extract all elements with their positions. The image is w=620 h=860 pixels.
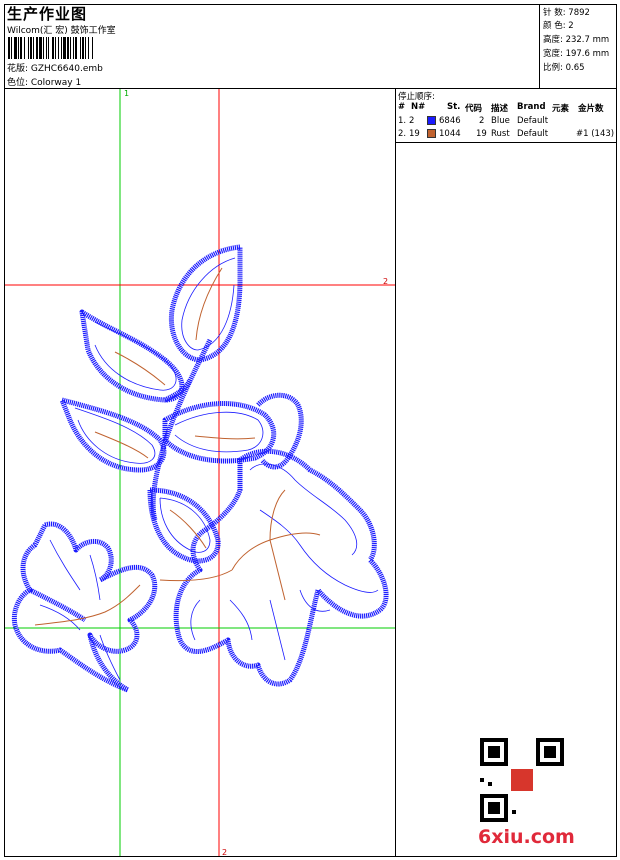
- stat-scale: 比例: 0.65: [543, 63, 585, 73]
- color-swatch: [427, 116, 436, 125]
- stat-width: 宽度: 197.6 mm: [543, 49, 610, 59]
- flower-left-petal: [28, 587, 87, 623]
- flower-left: [11, 521, 158, 693]
- guide-label-2-vertical: 2: [222, 848, 227, 856]
- stat-colors: 颜 色: 2: [543, 21, 574, 31]
- foliage-right: [173, 448, 389, 687]
- satin-outlines: [11, 244, 389, 693]
- sequence-row: 2. 19 1044 19 Rust Default #1 (143): [398, 129, 615, 139]
- page-title: 生产作业图: [7, 5, 88, 23]
- sequence-row: 1. 2 6846 2 Blue Default: [398, 116, 549, 126]
- barcode: [8, 37, 93, 59]
- color-swatch: [427, 129, 436, 138]
- stat-height: 高度: 232.7 mm: [543, 35, 610, 45]
- guide-label-2-horizontal: 2: [383, 277, 388, 286]
- company-name: Wilcom(汇 宏) 鼓饰工作室: [7, 26, 116, 36]
- watermark: 6xiu.com: [478, 826, 575, 848]
- colorway-label: 色位: Colorway 1: [7, 78, 82, 88]
- sequence-divider: [396, 142, 616, 143]
- stat-stitches: 针 数: 7892: [543, 8, 590, 18]
- leaf-upper-left: [79, 309, 185, 403]
- seal-stamp: [511, 769, 533, 791]
- guide-label-1: 1: [124, 89, 129, 98]
- sequence-header: # N# St. 代码 描述 Brand 元素 金片数: [398, 102, 604, 114]
- column-divider: [395, 89, 396, 856]
- design-file-name: 花版: GZHC6640.emb: [7, 64, 103, 74]
- stats-panel: 针 数: 7892 颜 色: 2 高度: 232.7 mm 宽度: 197.6 …: [539, 5, 617, 88]
- sequence-title: 停止顺序:: [398, 92, 435, 102]
- rust-running-stitch: [34, 267, 321, 626]
- leaf-middle-left: [59, 397, 167, 473]
- embroidery-design: 1 2 2: [5, 89, 395, 856]
